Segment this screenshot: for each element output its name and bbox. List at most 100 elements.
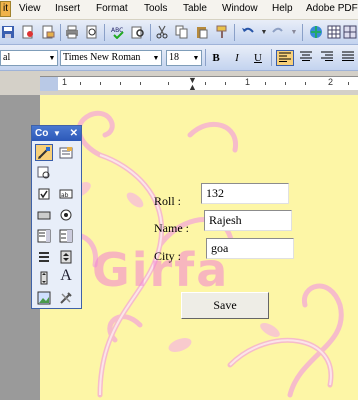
save-icon[interactable] [0, 24, 16, 40]
ruler-tick [305, 82, 306, 85]
toggle-button-control-icon[interactable] [35, 248, 53, 265]
view-code-icon[interactable] [35, 164, 53, 181]
insert-table-icon[interactable] [342, 24, 358, 40]
bold-button[interactable]: B [207, 50, 225, 66]
style-combo[interactable]: al ▼ [0, 50, 58, 66]
toolbar-separator [234, 24, 235, 41]
combo-box-control-icon[interactable] [57, 227, 75, 244]
toolbar-separator [104, 24, 105, 41]
ruler-tick [205, 82, 206, 85]
formatting-toolbar: al ▼ Times New Roman ▼ 18 ▼ B I U [0, 45, 358, 71]
ruler-label: 2 [328, 77, 334, 87]
menu-tools[interactable]: Tools [144, 3, 167, 14]
ruler-tick [80, 82, 81, 85]
roll-input[interactable]: 132 [201, 183, 289, 204]
font-size-combo[interactable]: 18 ▼ [166, 50, 202, 66]
indent-marker-icon[interactable]: ▼ ▲ [188, 76, 197, 92]
option-button-control-icon[interactable] [57, 206, 75, 223]
horizontal-ruler[interactable]: 1 ▼ ▲ 1 2 [40, 76, 358, 92]
cut-icon[interactable] [154, 24, 170, 40]
roll-label: Roll : [154, 194, 182, 208]
ruler-tick [285, 82, 286, 85]
design-mode-icon[interactable] [35, 144, 53, 161]
ruler-label: 1 [245, 77, 251, 87]
print-preview-icon[interactable] [84, 24, 100, 40]
menu-bar: it View Insert Format Tools Table Window… [0, 0, 358, 20]
ruler-margin-shade [40, 77, 58, 91]
ruler-tick [140, 82, 141, 85]
research-icon[interactable] [130, 24, 146, 40]
font-size-value: 18 [169, 52, 179, 63]
menu-format[interactable]: Format [96, 3, 128, 14]
menu-adobe-pdf[interactable]: Adobe PDF [306, 3, 358, 14]
city-label: City : [154, 249, 182, 263]
redo-icon[interactable] [270, 24, 286, 40]
align-center-button[interactable] [297, 50, 315, 66]
save-button[interactable]: Save [181, 292, 269, 319]
toolbox-title-bar[interactable]: Co ▼ ✕ [32, 126, 81, 141]
label-control-icon[interactable]: A [57, 267, 75, 284]
justify-icon [342, 51, 354, 61]
document-page[interactable]: Girfa Roll : 132 Name : Rajesh City : go… [40, 95, 358, 400]
more-controls-icon[interactable] [57, 289, 75, 306]
email-icon[interactable] [40, 24, 56, 40]
align-right-icon [321, 51, 333, 61]
align-right-button[interactable] [318, 50, 336, 66]
justify-button[interactable] [339, 50, 357, 66]
ruler-area: 1 ▼ ▲ 1 2 [0, 71, 358, 95]
copy-icon[interactable] [174, 24, 190, 40]
style-value: al [3, 52, 11, 63]
print-icon[interactable] [64, 24, 80, 40]
list-box-control-icon[interactable] [35, 227, 53, 244]
control-toolbox[interactable]: Co ▼ ✕ ab A [31, 125, 82, 309]
redo-dropdown-icon[interactable]: ▼ [286, 24, 302, 40]
toolbar-separator [271, 49, 272, 66]
align-left-button[interactable] [276, 50, 294, 66]
format-painter-icon[interactable] [214, 24, 230, 40]
permission-icon[interactable] [20, 24, 36, 40]
menu-table[interactable]: Table [183, 3, 207, 14]
spelling-icon[interactable]: ABC [110, 24, 126, 40]
menu-view[interactable]: View [19, 3, 41, 14]
ruler-tick [348, 82, 349, 85]
toolbar-separator [150, 24, 151, 41]
ruler-label: 1 [62, 77, 68, 87]
italic-button[interactable]: I [228, 50, 246, 66]
menu-insert[interactable]: Insert [55, 3, 80, 14]
align-center-icon [300, 51, 312, 61]
properties-icon[interactable] [57, 144, 75, 161]
command-button-control-icon[interactable] [35, 206, 53, 223]
svg-text:ab: ab [61, 192, 69, 199]
chevron-down-icon[interactable]: ▼ [191, 51, 201, 65]
menu-window[interactable]: Window [222, 3, 258, 14]
menu-help[interactable]: Help [272, 3, 293, 14]
menu-edit[interactable]: it [0, 1, 11, 17]
align-left-icon [279, 52, 291, 62]
ruler-tick [225, 82, 226, 85]
close-icon[interactable]: ✕ [70, 126, 78, 141]
city-input[interactable]: goa [206, 238, 294, 259]
image-control-icon[interactable] [35, 289, 53, 306]
spin-button-control-icon[interactable] [57, 248, 75, 265]
scroll-bar-control-icon[interactable] [35, 269, 53, 286]
toolbar-separator [205, 49, 206, 66]
checkbox-control-icon[interactable] [35, 185, 53, 202]
ruler-tick [265, 82, 266, 85]
underline-button[interactable]: U [249, 50, 267, 66]
toolbar-separator [60, 24, 61, 41]
ruler-tick [100, 82, 101, 85]
undo-icon[interactable] [240, 24, 256, 40]
toolbox-options-icon[interactable]: ▼ [53, 126, 61, 141]
font-combo[interactable]: Times New Roman ▼ [60, 50, 162, 66]
toolbox-title: Co [35, 128, 49, 139]
name-label: Name : [154, 221, 189, 235]
chevron-down-icon[interactable]: ▼ [47, 51, 57, 65]
name-input[interactable]: Rajesh [204, 210, 292, 231]
paste-icon[interactable] [194, 24, 210, 40]
chevron-down-icon[interactable]: ▼ [151, 51, 161, 65]
ruler-tick [168, 82, 169, 85]
hyperlink-icon[interactable] [308, 24, 324, 40]
ruler-tick [120, 82, 121, 85]
textbox-control-icon[interactable]: ab [57, 185, 75, 202]
tables-borders-icon[interactable] [326, 24, 342, 40]
